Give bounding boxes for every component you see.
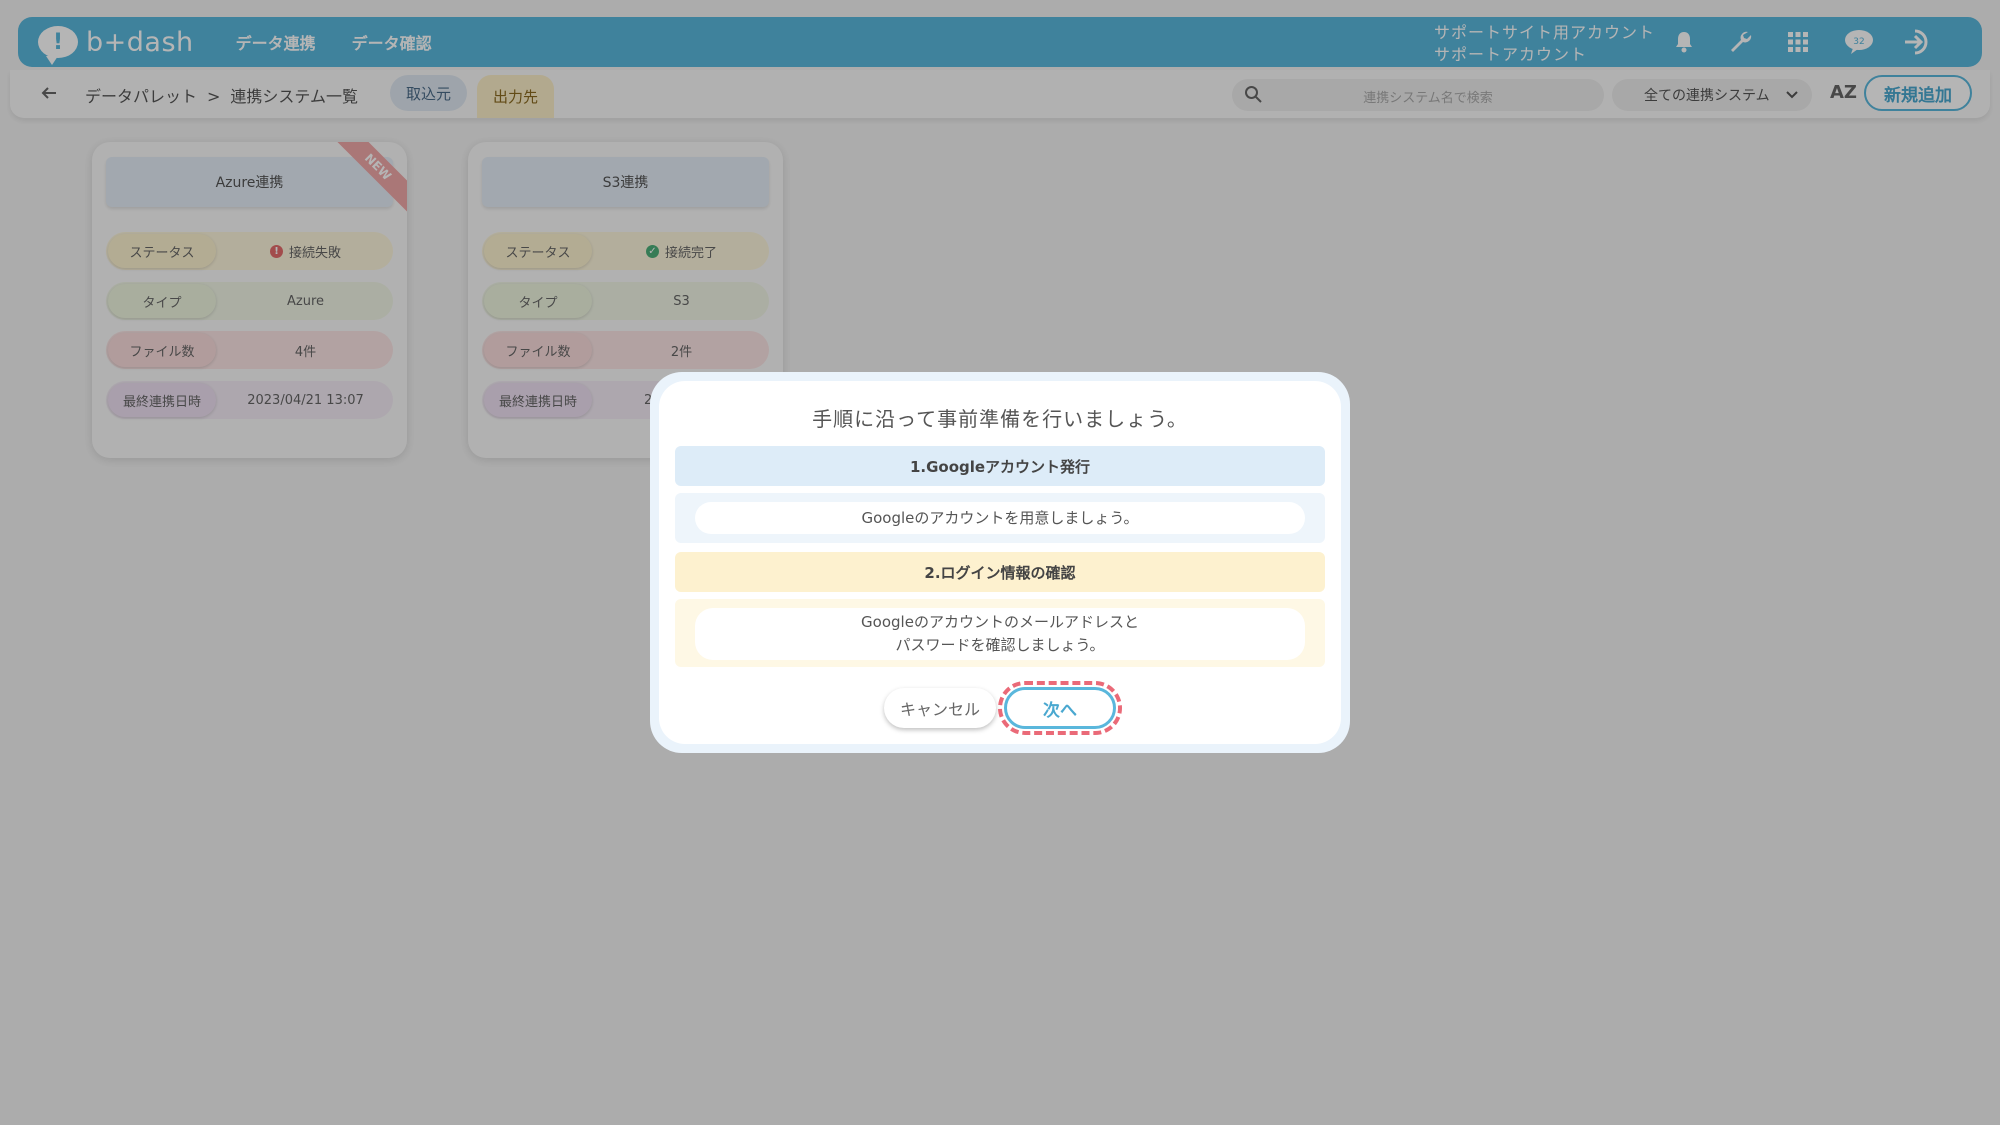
step1-text: Googleのアカウントを用意しましょう。 [695,502,1305,534]
next-button[interactable]: 次へ [1004,687,1116,729]
step2-title: 2.ログイン情報の確認 [675,552,1325,592]
step2-text: Googleのアカウントのメールアドレスと パスワードを確認しましょう。 [695,608,1305,660]
preparation-modal: 手順に沿って事前準備を行いましょう。 1.Googleアカウント発行 Googl… [650,372,1350,753]
step2-body: Googleのアカウントのメールアドレスと パスワードを確認しましょう。 [675,599,1325,667]
cancel-button[interactable]: キャンセル [884,688,996,728]
modal-title: 手順に沿って事前準備を行いましょう。 [812,407,1188,431]
step1-body: Googleのアカウントを用意しましょう。 [675,493,1325,543]
modal-body: 手順に沿って事前準備を行いましょう。 1.Googleアカウント発行 Googl… [659,381,1341,744]
step1-title: 1.Googleアカウント発行 [675,446,1325,486]
